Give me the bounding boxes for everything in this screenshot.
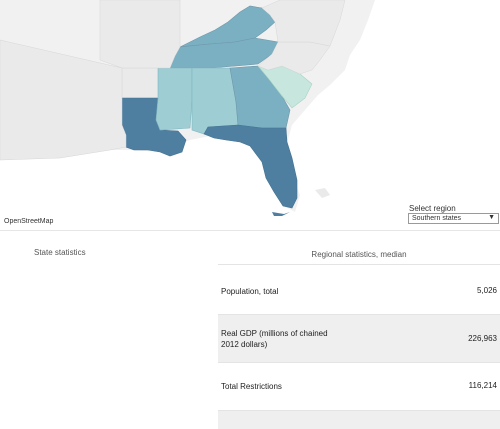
table-row: Real GDP (millions of chained 2012 dolla… xyxy=(218,314,500,362)
row-value: 226,963 xyxy=(468,334,497,343)
map-attribution[interactable]: OpenStreetMap xyxy=(2,218,56,225)
state-alabama[interactable] xyxy=(191,67,239,135)
state-virginia xyxy=(261,0,346,47)
table-row: Population, total 5,026 xyxy=(218,264,500,314)
row-label: Population, total xyxy=(221,287,279,296)
region-filter-label: Select region xyxy=(409,204,456,213)
region-map[interactable]: OpenStreetMap Select region Southern sta… xyxy=(0,0,500,230)
regional-statistics-table: Population, total 5,026 Real GDP (millio… xyxy=(218,264,500,429)
table-row: Total Restrictions 116,214 xyxy=(218,362,500,410)
regional-statistics-title: Regional statistics, median xyxy=(311,250,407,259)
row-label: Total Restrictions xyxy=(221,382,282,391)
map-canvas[interactable] xyxy=(0,0,500,230)
panel-divider xyxy=(0,230,500,231)
region-dropdown-value: Southern states xyxy=(412,215,462,222)
table-row xyxy=(218,410,500,429)
chevron-down-icon: ▼ xyxy=(488,214,495,221)
state-mississippi[interactable] xyxy=(155,67,193,131)
row-label: Real GDP (millions of chained 2012 dolla… xyxy=(221,329,328,349)
state-missouri xyxy=(99,0,181,69)
row-value: 5,026 xyxy=(476,286,497,295)
state-statistics-title: State statistics xyxy=(34,248,86,257)
row-value: 116,214 xyxy=(468,381,497,390)
region-dropdown[interactable]: Southern states ▼ xyxy=(408,213,499,224)
